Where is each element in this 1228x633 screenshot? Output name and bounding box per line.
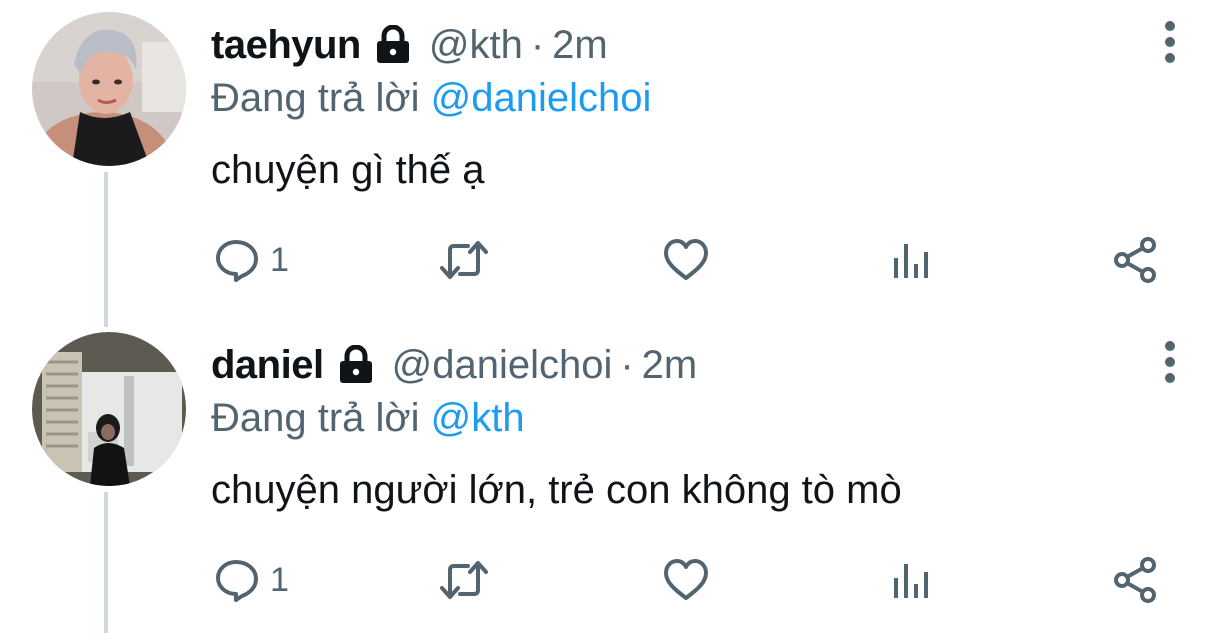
- timestamp[interactable]: 2m: [552, 23, 608, 68]
- retweet-button[interactable]: [438, 552, 490, 608]
- mention-link[interactable]: @danielchoi: [431, 76, 652, 120]
- share-icon: [1114, 237, 1156, 283]
- replying-to-line: Đang trả lời @kth: [211, 396, 525, 441]
- heart-icon: [664, 239, 708, 280]
- avatar-photo: [32, 12, 186, 166]
- reply-count: 1: [270, 560, 289, 599]
- analytics-button[interactable]: [888, 552, 932, 608]
- tweet-header: daniel @danielchoi · 2m: [211, 342, 697, 388]
- analytics-button[interactable]: [888, 232, 932, 288]
- reply-icon: [216, 560, 258, 602]
- like-button[interactable]: [662, 232, 710, 288]
- heart-icon: [664, 559, 708, 600]
- replying-prefix: Đang trả lời: [211, 76, 420, 120]
- analytics-icon: [894, 564, 928, 598]
- avatar[interactable]: [32, 332, 186, 486]
- like-button[interactable]: [662, 552, 710, 608]
- reply-button[interactable]: 1: [214, 232, 289, 288]
- share-button[interactable]: [1110, 232, 1160, 288]
- action-bar: 1: [0, 552, 1228, 608]
- analytics-icon: [894, 244, 928, 278]
- reply-count: 1: [270, 240, 289, 279]
- display-name[interactable]: taehyun: [211, 23, 361, 68]
- separator-dot: ·: [530, 22, 545, 67]
- timestamp[interactable]: 2m: [642, 343, 698, 388]
- retweet-icon: [440, 241, 488, 279]
- avatar[interactable]: [32, 12, 186, 166]
- lock-icon: [371, 24, 415, 65]
- tweet-header: taehyun @kth · 2m: [211, 22, 608, 68]
- more-vertical-icon[interactable]: [1156, 18, 1184, 66]
- user-handle[interactable]: @kth: [429, 23, 523, 68]
- share-icon: [1114, 557, 1156, 603]
- more-vertical-icon[interactable]: [1156, 338, 1184, 386]
- display-name[interactable]: daniel: [211, 343, 324, 388]
- retweet-icon: [440, 561, 488, 599]
- separator-dot: ·: [620, 342, 634, 387]
- tweet[interactable]: daniel @danielchoi · 2m Đang trả lời @kt…: [0, 320, 1228, 633]
- tweet-text: chuyện gì thế ạ: [211, 148, 485, 192]
- user-handle[interactable]: @danielchoi: [392, 343, 613, 388]
- reply-thread: taehyun @kth · 2m Đang trả lời @danielch…: [0, 0, 1228, 633]
- reply-button[interactable]: 1: [214, 552, 289, 608]
- reply-icon: [216, 240, 258, 282]
- lock-icon: [334, 344, 378, 385]
- avatar-photo: [32, 332, 186, 486]
- tweet[interactable]: taehyun @kth · 2m Đang trả lời @danielch…: [0, 0, 1228, 320]
- retweet-button[interactable]: [438, 232, 490, 288]
- tweet-text: chuyện người lớn, trẻ con không tò mò: [211, 468, 902, 512]
- mention-link[interactable]: @kth: [431, 396, 525, 440]
- action-bar: 1: [0, 232, 1228, 288]
- replying-prefix: Đang trả lời: [211, 396, 420, 440]
- replying-to-line: Đang trả lời @danielchoi: [211, 76, 651, 121]
- share-button[interactable]: [1110, 552, 1160, 608]
